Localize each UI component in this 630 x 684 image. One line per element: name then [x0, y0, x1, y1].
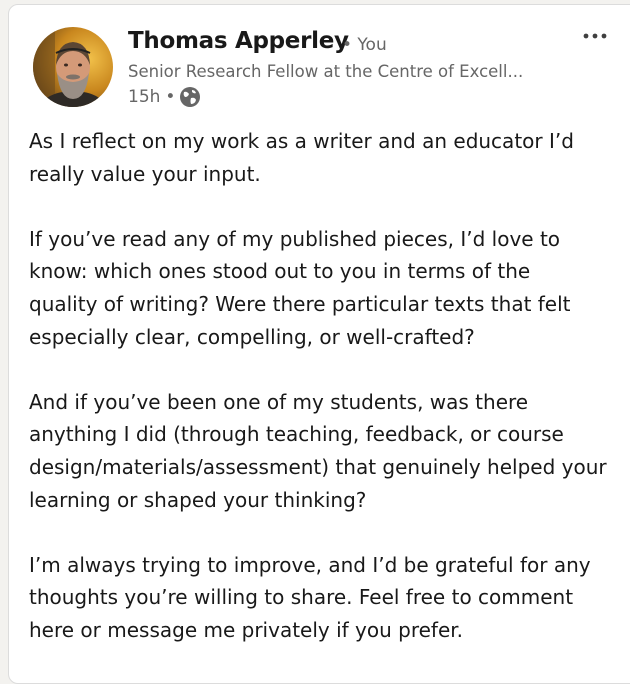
- post-body: As I reflect on my work as a writer and …: [29, 125, 625, 679]
- post-meta: 15h •: [128, 85, 201, 109]
- post-text-line: anything I did (through teaching, feedba…: [29, 422, 564, 447]
- post-text-line: And if you’ve been one of my students, w…: [29, 389, 529, 414]
- post-timestamp: 15h: [128, 87, 161, 107]
- more-options-icon: [583, 33, 607, 39]
- meta-separator: •: [165, 87, 176, 107]
- post-text-line: really value your input.: [29, 161, 261, 186]
- post-text-line: I’m always trying to improve, and I’d be…: [29, 552, 591, 577]
- post-text-line: here or message me privately if you pref…: [29, 617, 464, 642]
- post-text-line: design/materials/assessment) that genuin…: [29, 454, 607, 479]
- author-name[interactable]: Thomas Apperley: [128, 28, 349, 54]
- post-text-line: If you’ve read any of my published piece…: [29, 226, 561, 251]
- post-text-line: As I reflect on my work as a writer and …: [29, 129, 574, 153]
- post-paragraph: And if you’ve been one of my students, w…: [29, 386, 625, 516]
- post-text-line: learning or shaped your thinking?: [29, 487, 367, 512]
- author-avatar[interactable]: [33, 27, 113, 107]
- globe-icon[interactable]: [179, 86, 201, 108]
- post-text-line: especially clear, compelling, or well-cr…: [29, 324, 475, 349]
- avatar-photo: [33, 27, 113, 107]
- post-card: Thomas Apperley • You Senior Research Fe…: [8, 4, 630, 684]
- post-text-line: quality of writing? Were there particula…: [29, 291, 571, 316]
- author-headline[interactable]: Senior Research Fellow at the Centre of …: [128, 62, 523, 81]
- post-paragraph: As I reflect on my work as a writer and …: [29, 125, 625, 190]
- post-text-line: thoughts you’re willing to share. Feel f…: [29, 585, 574, 610]
- post-paragraph: If you’ve read any of my published piece…: [29, 223, 625, 353]
- you-tag: • You: [342, 35, 387, 55]
- post-text-line: know: which ones stood out to you in ter…: [29, 259, 531, 284]
- post-paragraph: I’m always trying to improve, and I’d be…: [29, 549, 625, 647]
- more-options-button[interactable]: [579, 23, 611, 49]
